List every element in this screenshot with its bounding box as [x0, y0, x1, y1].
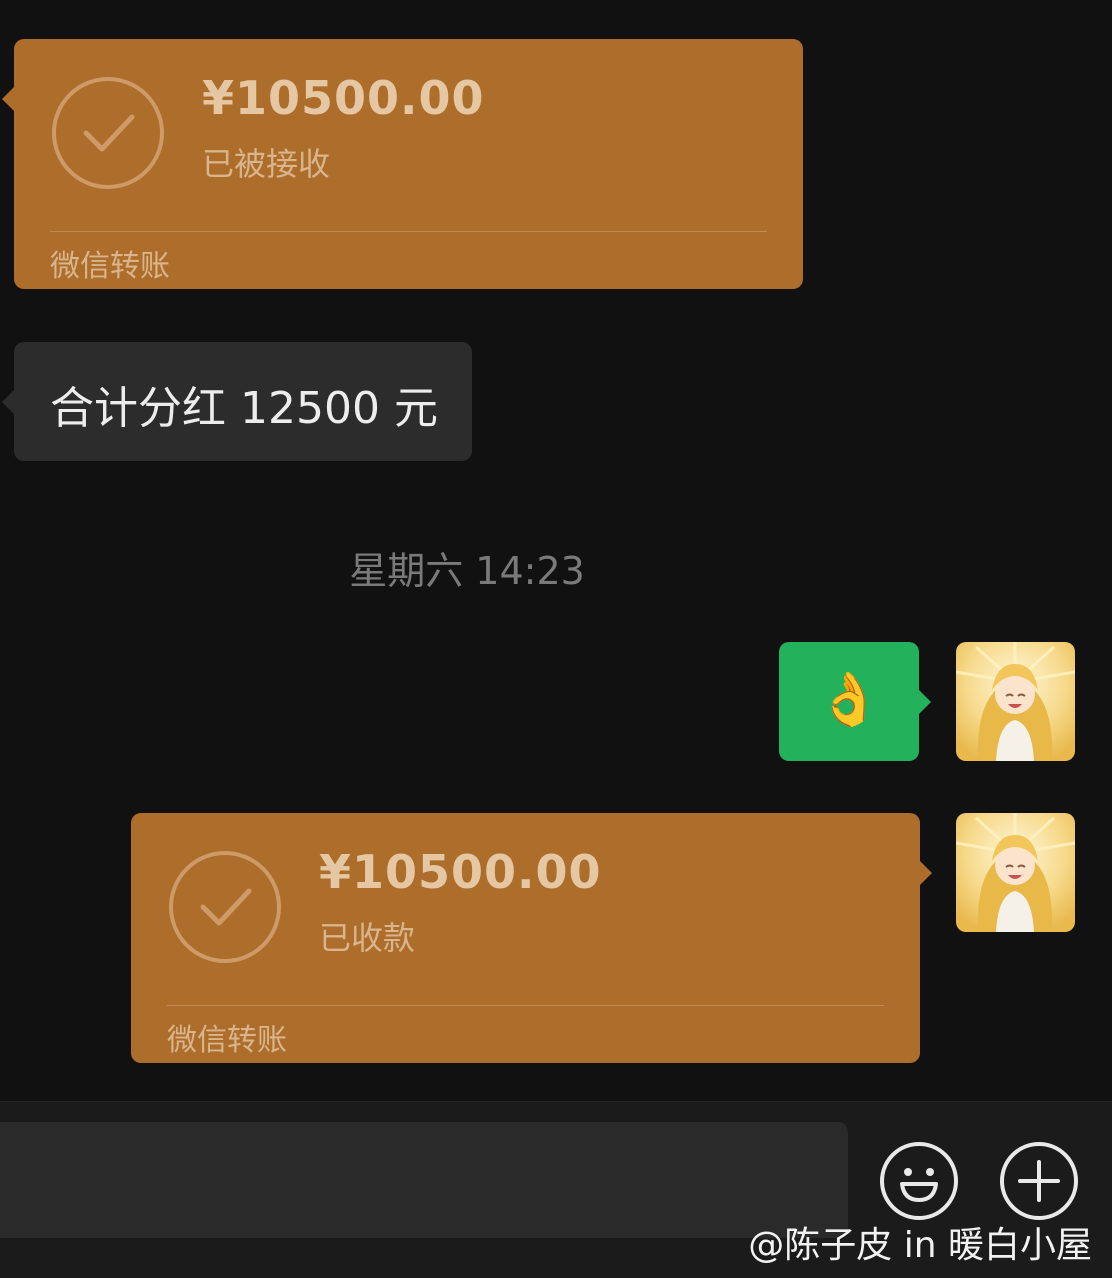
- emoji-button[interactable]: [880, 1142, 958, 1220]
- transfer-status: 已被接收: [202, 145, 331, 183]
- transfer-card-collected[interactable]: ¥10500.00 已收款 微信转账: [131, 813, 932, 1063]
- chat-screen: ¥10500.00 已被接收 微信转账 合计分红 12500 元 星期六 14:…: [0, 0, 1112, 1278]
- transfer-status: 已收款: [319, 919, 416, 957]
- transfer-amount: ¥10500.00: [202, 71, 485, 125]
- bubble-tail: [2, 87, 14, 111]
- transfer-amount: ¥10500.00: [319, 845, 602, 899]
- transfer-footer: 微信转账: [167, 1023, 287, 1058]
- watermark-text: @陈子皮 in 暖白小屋: [748, 1225, 1092, 1266]
- smiley-icon: [900, 1168, 938, 1202]
- ok-hand-emoji: 👌: [816, 670, 882, 730]
- chat-timestamp: 星期六 14:23: [349, 549, 585, 593]
- message-bubble-sent[interactable]: 👌: [779, 642, 931, 761]
- avatar[interactable]: [956, 642, 1075, 761]
- plus-icon: [1018, 1160, 1060, 1202]
- message-text: 合计分红 12500 元: [50, 383, 438, 434]
- check-circle-icon: [52, 77, 164, 189]
- transfer-card-received[interactable]: ¥10500.00 已被接收 微信转账: [2, 39, 803, 289]
- transfer-footer: 微信转账: [50, 249, 170, 284]
- avatar-image: [956, 642, 1075, 761]
- plus-button[interactable]: [1000, 1142, 1078, 1220]
- card-divider: [167, 1005, 884, 1006]
- card-divider: [50, 231, 767, 232]
- bubble-tail: [920, 861, 932, 885]
- message-input[interactable]: [0, 1122, 848, 1238]
- bubble-tail: [919, 690, 931, 714]
- avatar[interactable]: [956, 813, 1075, 932]
- bubble-tail: [2, 390, 14, 414]
- avatar-image: [956, 813, 1075, 932]
- message-bubble-received[interactable]: 合计分红 12500 元: [2, 342, 472, 461]
- check-circle-icon: [169, 851, 281, 963]
